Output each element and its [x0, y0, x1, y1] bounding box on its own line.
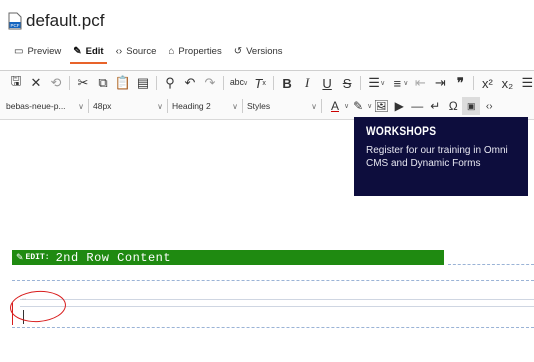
- chevron-down-icon: ∨: [157, 101, 163, 111]
- tab-edit[interactable]: ✎ Edit: [67, 38, 109, 64]
- clear-formatting-icon[interactable]: Tx: [250, 73, 270, 93]
- cut-icon[interactable]: ✂: [73, 73, 93, 93]
- dashed-divider: [448, 264, 534, 265]
- font-family-value: bebas-neue-p...: [6, 101, 66, 111]
- toolbar-divider: [473, 76, 475, 90]
- styles-value: Styles: [247, 101, 271, 111]
- tab-properties[interactable]: ⌂ Properties: [162, 38, 227, 64]
- bold-icon[interactable]: B: [277, 73, 297, 93]
- media-icon[interactable]: ▶: [390, 97, 408, 115]
- indent-icon[interactable]: ⇥: [430, 73, 450, 93]
- toolbar-divider: [321, 99, 322, 113]
- undo-icon[interactable]: ↶: [180, 73, 200, 93]
- format-select[interactable]: Heading 2 ∨: [172, 97, 238, 115]
- close-icon[interactable]: ✕: [26, 73, 46, 93]
- subscript-icon[interactable]: x₂: [497, 73, 517, 93]
- revert-icon[interactable]: ⟲: [46, 73, 66, 93]
- copy-icon[interactable]: ⧉: [93, 73, 113, 93]
- toolbar-divider: [69, 76, 70, 90]
- workshops-card[interactable]: WORKSHOPS Register for our training in O…: [354, 117, 528, 196]
- tab-versions[interactable]: ↺ Versions: [228, 38, 289, 64]
- font-size-value: 48px: [93, 101, 112, 111]
- paste-icon[interactable]: 📋: [113, 73, 133, 93]
- pcf-file-icon: PCF: [8, 12, 22, 30]
- tab-source[interactable]: ‹› Source: [110, 38, 163, 64]
- horizontal-line-icon[interactable]: —: [408, 97, 426, 115]
- tab-label: Preview: [27, 45, 62, 57]
- card-title: WORKSHOPS: [366, 124, 437, 138]
- source-code-icon[interactable]: ‹›: [480, 97, 498, 115]
- toolbar-divider: [156, 76, 157, 90]
- svg-text:PCF: PCF: [11, 23, 20, 28]
- tab-label: Properties: [178, 45, 222, 57]
- versions-icon: ↺: [233, 45, 243, 57]
- superscript-icon[interactable]: x²: [477, 73, 497, 93]
- tab-preview[interactable]: ▭ Preview: [8, 38, 67, 64]
- edit-pencil-icon: ✎: [73, 45, 82, 57]
- toolbar-divider: [242, 99, 243, 113]
- card-text: Register for our training in Omni CMS an…: [366, 145, 508, 169]
- row-content-text: 2nd Row Content: [55, 250, 172, 265]
- nested-block-border: [20, 306, 534, 307]
- properties-icon: ⌂: [168, 45, 175, 57]
- font-size-select[interactable]: 48px ∨: [93, 97, 163, 115]
- edit-label: EDIT:: [25, 253, 50, 262]
- align-icon[interactable]: ☰: [517, 73, 534, 93]
- preview-icon: ▭: [14, 45, 24, 57]
- outdent-icon[interactable]: ⇤: [410, 73, 430, 93]
- edit-pencil-icon: ✎: [16, 252, 24, 262]
- toolbar-divider: [223, 76, 224, 90]
- toolbar-row-1: 🖫 ✕ ⟲ ✂ ⧉ 📋 ▤ ⚲ ↶ ↷ ᵃᵇᶜ ∨ Tx B I U S ☰ ∨…: [6, 72, 534, 94]
- tab-label: Versions: [246, 45, 283, 57]
- italic-icon[interactable]: I: [297, 73, 317, 93]
- nested-block-border: [20, 299, 534, 300]
- chevron-down-icon: ∨: [78, 101, 84, 111]
- view-tabs: ▭ Preview ✎ Edit ‹› Source ⌂ Properties …: [8, 38, 289, 64]
- row-content-bar[interactable]: ✎ EDIT: 2nd Row Content: [12, 250, 444, 265]
- chevron-down-icon[interactable]: ∨: [243, 79, 248, 87]
- tab-label: Edit: [85, 45, 104, 57]
- chevron-down-icon[interactable]: ∨: [403, 79, 408, 87]
- underline-icon[interactable]: U: [317, 73, 337, 93]
- toolbar-divider: [88, 99, 89, 113]
- styles-select[interactable]: Styles ∨: [247, 97, 317, 115]
- show-blocks-icon[interactable]: ▣: [462, 97, 481, 115]
- paste-text-icon[interactable]: ▤: [133, 73, 153, 93]
- toolbar-divider: [360, 76, 362, 90]
- source-code-icon: ‹›: [115, 45, 123, 57]
- image-icon[interactable]: 🖼: [372, 97, 390, 115]
- find-icon[interactable]: ⚲: [160, 73, 180, 93]
- special-character-icon[interactable]: Ω: [444, 97, 462, 115]
- blockquote-icon[interactable]: ❞: [450, 73, 470, 93]
- editable-region[interactable]: [12, 280, 534, 328]
- strikethrough-icon[interactable]: S: [337, 73, 357, 93]
- font-family-select[interactable]: bebas-neue-p... ∨: [6, 97, 84, 115]
- toolbar-row-2: bebas-neue-p... ∨ 48px ∨ Heading 2 ∨ Sty…: [6, 96, 498, 116]
- highlight-color-icon[interactable]: ✎: [349, 97, 367, 115]
- text-color-icon[interactable]: A: [326, 97, 344, 115]
- annotation-line: [12, 303, 13, 325]
- chevron-down-icon: ∨: [232, 101, 238, 111]
- redo-icon[interactable]: ↷: [200, 73, 220, 93]
- line-break-icon[interactable]: ↵: [426, 97, 444, 115]
- toolbar-divider: [167, 99, 168, 113]
- save-icon[interactable]: 🖫: [6, 73, 26, 93]
- format-value: Heading 2: [172, 101, 211, 111]
- page-title: default.pcf: [26, 11, 105, 30]
- title-row: PCF default.pcf: [0, 8, 104, 34]
- tab-label: Source: [126, 45, 157, 57]
- toolbar-divider: [273, 76, 275, 90]
- chevron-down-icon[interactable]: ∨: [380, 79, 385, 87]
- chevron-down-icon: ∨: [311, 101, 317, 111]
